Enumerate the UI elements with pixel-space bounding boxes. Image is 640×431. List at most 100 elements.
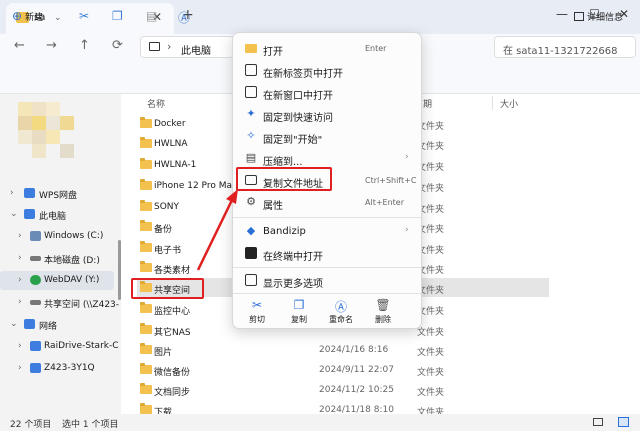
chevron-right-icon[interactable]: › bbox=[18, 275, 22, 285]
chevron-right-icon[interactable]: › bbox=[18, 231, 22, 241]
rename-button[interactable]: Ⓐ 重命名 bbox=[323, 298, 359, 325]
quick-action-label: 复制 bbox=[291, 315, 307, 324]
folder-icon bbox=[140, 343, 152, 354]
menu-item-pin-quick-access[interactable]: ✦ 固定到快速访问 bbox=[237, 103, 417, 125]
refresh-button[interactable]: ⟳ bbox=[112, 38, 123, 53]
nav-item-drive-d[interactable]: › 本地磁盘 (D:) bbox=[0, 249, 114, 268]
chevron-right-icon[interactable]: › bbox=[18, 253, 22, 263]
delete-button[interactable]: 🗑 删除 bbox=[365, 298, 401, 325]
quick-action-label: 重命名 bbox=[329, 315, 353, 324]
table-row[interactable]: 图片 2024/1/16 8:16 文件夹 bbox=[137, 340, 549, 359]
blurred-area bbox=[32, 116, 46, 130]
menu-label: 压缩到... bbox=[263, 157, 303, 168]
folder-icon bbox=[140, 261, 152, 272]
terminal-icon bbox=[245, 247, 257, 259]
rename-icon[interactable]: Ⓐ bbox=[178, 9, 190, 26]
quick-action-label: 剪切 bbox=[249, 315, 265, 324]
navigation-pane: › WPS网盘 ⌄ 此电脑 › Windows (C:) › 本地磁盘 (D:)… bbox=[0, 94, 120, 414]
blurred-area bbox=[32, 130, 46, 144]
computer-icon bbox=[149, 42, 160, 51]
annotation-box-copy-path bbox=[236, 167, 332, 191]
file-name: 监控中心 bbox=[154, 307, 191, 317]
table-row[interactable]: 文档同步 2024/11/2 10:25 文件夹 bbox=[137, 380, 549, 399]
menu-item-open-new-tab[interactable]: 在新标签页中打开 bbox=[237, 59, 417, 81]
search-input[interactable]: 在 sata11-1321722668 bbox=[494, 36, 636, 58]
menu-item-terminal[interactable]: 在终端中打开 bbox=[237, 242, 417, 264]
cut-button[interactable]: ✂ 剪切 bbox=[239, 298, 275, 325]
nav-item-shared-space[interactable]: › 共享空间 (\\Z423- bbox=[0, 293, 119, 312]
plus-icon: ⊕ bbox=[12, 9, 23, 23]
file-type: 文件夹 bbox=[417, 408, 445, 414]
details-button[interactable]: 详细信息 bbox=[574, 10, 623, 23]
file-date: 2024/11/18 8:10 bbox=[319, 405, 394, 414]
chevron-right-icon: › bbox=[405, 225, 409, 235]
nav-label: Windows (C:) bbox=[44, 231, 104, 241]
chevron-right-icon[interactable]: › bbox=[18, 297, 22, 307]
file-name: 文档同步 bbox=[154, 388, 191, 398]
menu-item-bandizip[interactable]: ◆ Bandizip › bbox=[237, 220, 417, 242]
monitor-icon bbox=[30, 341, 41, 351]
menu-item-open[interactable]: 打开 Enter bbox=[237, 37, 417, 59]
column-divider[interactable] bbox=[492, 96, 493, 110]
nav-label: RaiDrive-Stark-C bbox=[44, 341, 119, 351]
minimize-button[interactable]: — bbox=[556, 7, 568, 21]
menu-label: 固定到"开始" bbox=[263, 135, 323, 146]
chevron-right-icon[interactable]: › bbox=[18, 363, 22, 373]
nav-item-this-pc[interactable]: ⌄ 此电脑 bbox=[0, 205, 114, 224]
column-header-size[interactable]: 大小 bbox=[500, 97, 518, 110]
chevron-down-icon[interactable]: ⌄ bbox=[10, 319, 18, 329]
paste-icon[interactable]: ▤ bbox=[146, 9, 157, 23]
nav-label: Z423-3Y1Q bbox=[44, 363, 95, 373]
column-header-date[interactable]: 期 bbox=[423, 97, 432, 110]
file-name: SONY bbox=[154, 202, 180, 212]
folder-icon bbox=[140, 323, 152, 334]
chevron-right-icon[interactable]: › bbox=[18, 341, 22, 351]
menu-item-properties[interactable]: ⚙ 属性 Alt+Enter bbox=[237, 191, 417, 213]
menu-label: 在新窗口中打开 bbox=[263, 91, 333, 102]
nav-item-webdav[interactable]: › WebDAV (Y:) bbox=[0, 271, 114, 290]
menu-item-open-new-window[interactable]: 在新窗口中打开 bbox=[237, 81, 417, 103]
drive-icon bbox=[30, 231, 41, 241]
blurred-area bbox=[46, 116, 60, 130]
delete-icon: 🗑 bbox=[375, 298, 391, 312]
forward-button[interactable]: → bbox=[46, 38, 57, 53]
menu-item-pin-start[interactable]: ✧ 固定到"开始" bbox=[237, 125, 417, 147]
folder-icon bbox=[140, 117, 152, 128]
menu-shortcut: Ctrl+Shift+C bbox=[365, 176, 417, 185]
blurred-area bbox=[60, 144, 74, 158]
copy-button[interactable]: ❐ 复制 bbox=[281, 298, 317, 325]
cut-icon[interactable]: ✂ bbox=[79, 9, 89, 23]
new-button[interactable]: ⊕ 新建 ⌄ bbox=[12, 9, 62, 23]
blurred-area bbox=[18, 116, 32, 130]
menu-item-more-options[interactable]: 显示更多选项 bbox=[237, 269, 417, 291]
up-button[interactable]: ↑ bbox=[79, 38, 90, 53]
selected-count: 选中 1 个项目 bbox=[62, 420, 119, 430]
folder-icon bbox=[140, 158, 152, 169]
details-view-icon[interactable] bbox=[593, 418, 603, 426]
nav-item-wps[interactable]: › WPS网盘 bbox=[0, 184, 114, 203]
file-name: 图片 bbox=[154, 348, 173, 358]
blurred-area bbox=[18, 102, 32, 116]
tiles-view-icon[interactable] bbox=[618, 417, 629, 427]
copy-icon[interactable]: ❐ bbox=[112, 9, 123, 23]
file-name: 下载 bbox=[154, 408, 173, 414]
chevron-down-icon[interactable]: ⌄ bbox=[10, 209, 18, 219]
file-type: 文件夹 bbox=[417, 328, 445, 338]
back-button[interactable]: ← bbox=[14, 38, 25, 53]
nav-item-drive-c[interactable]: › Windows (C:) bbox=[0, 227, 114, 246]
file-name: HWLNA bbox=[154, 139, 188, 149]
folder-icon bbox=[140, 200, 152, 211]
nav-item-network[interactable]: ⌄ 网络 bbox=[0, 315, 114, 334]
nav-label: 此电脑 bbox=[39, 212, 67, 222]
rename-icon: Ⓐ bbox=[334, 300, 347, 314]
file-type: 文件夹 bbox=[417, 348, 445, 358]
address-bar[interactable]: › 此电脑 bbox=[140, 36, 234, 58]
chevron-right-icon[interactable]: › bbox=[10, 188, 14, 198]
column-header-name[interactable]: 名称 bbox=[147, 97, 165, 110]
file-date: 2024/11/2 10:25 bbox=[319, 385, 394, 395]
table-row[interactable]: 下载 2024/11/18 8:10 文件夹 bbox=[137, 400, 549, 414]
table-row[interactable]: 微信备份 2024/9/11 22:07 文件夹 bbox=[137, 360, 549, 379]
nav-item-raidrive[interactable]: › RaiDrive-Stark-C bbox=[0, 337, 119, 356]
menu-item-compress[interactable]: ▤ 压缩到... › bbox=[237, 147, 417, 169]
nav-item-z423[interactable]: › Z423-3Y1Q bbox=[0, 359, 114, 378]
